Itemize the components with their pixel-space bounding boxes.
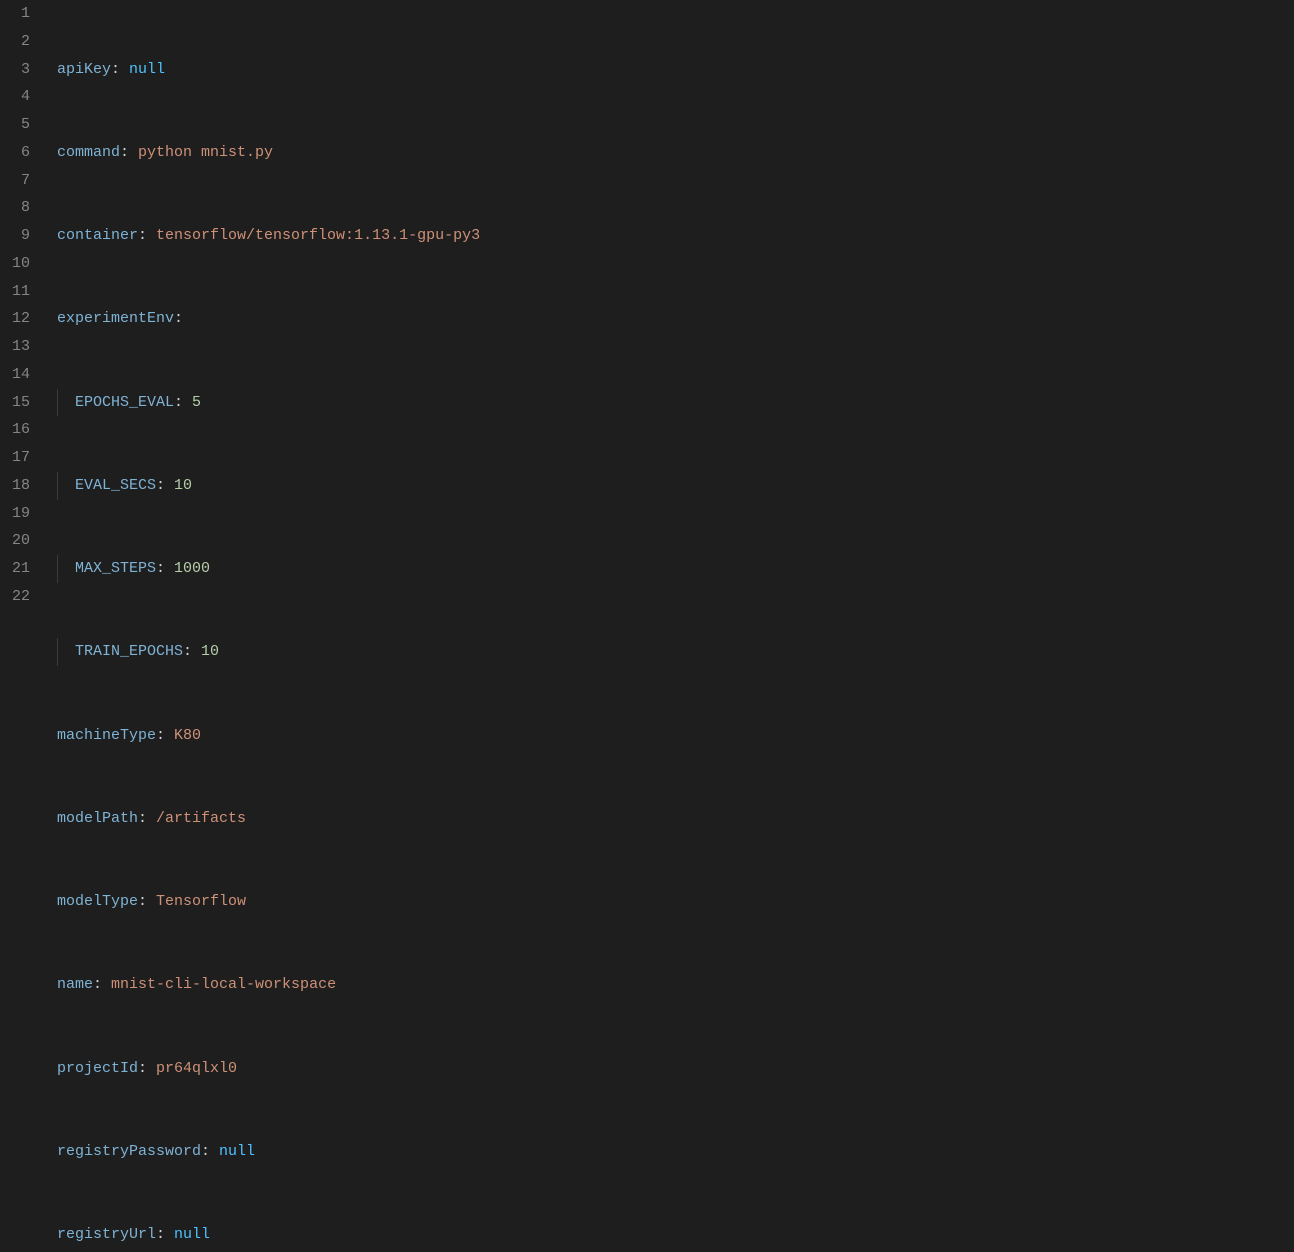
code-line[interactable]: container: tensorflow/tensorflow:1.13.1-… [48, 222, 1294, 250]
code-line[interactable]: apiKey: null [48, 56, 1294, 84]
line-number: 21 [0, 555, 30, 583]
line-number: 7 [0, 167, 30, 195]
yaml-key: MAX_STEPS [75, 560, 156, 577]
line-number: 22 [0, 583, 30, 611]
yaml-key: command [57, 144, 120, 161]
line-number: 19 [0, 500, 30, 528]
code-line[interactable]: registryUrl: null [48, 1221, 1294, 1249]
yaml-key: container [57, 227, 138, 244]
code-editor[interactable]: 1 2 3 4 5 6 7 8 9 10 11 12 13 14 15 16 1… [0, 0, 1294, 1252]
code-line[interactable]: machineType: K80 [48, 722, 1294, 750]
code-line[interactable]: EVAL_SECS: 10 [48, 472, 1294, 500]
yaml-value: pr64qlxl0 [156, 1060, 237, 1077]
yaml-value: null [219, 1143, 255, 1160]
yaml-value: tensorflow/tensorflow:1.13.1-gpu-py3 [156, 227, 480, 244]
line-number: 14 [0, 361, 30, 389]
code-line[interactable]: command: python mnist.py [48, 139, 1294, 167]
yaml-key: modelType [57, 893, 138, 910]
line-number: 3 [0, 56, 30, 84]
yaml-key: experimentEnv [57, 310, 174, 327]
line-number: 15 [0, 389, 30, 417]
line-number: 10 [0, 250, 30, 278]
yaml-key: apiKey [57, 61, 111, 78]
line-number: 8 [0, 194, 30, 222]
code-line[interactable]: modelPath: /artifacts [48, 805, 1294, 833]
code-line[interactable]: experimentEnv: [48, 305, 1294, 333]
yaml-value: 10 [174, 477, 192, 494]
code-line[interactable]: EPOCHS_EVAL: 5 [48, 389, 1294, 417]
yaml-key: TRAIN_EPOCHS [75, 643, 183, 660]
yaml-key: registryPassword [57, 1143, 201, 1160]
yaml-value: 5 [192, 394, 201, 411]
line-number: 5 [0, 111, 30, 139]
code-line[interactable]: TRAIN_EPOCHS: 10 [48, 638, 1294, 666]
yaml-value: /artifacts [156, 810, 246, 827]
yaml-value: python mnist.py [138, 144, 273, 161]
yaml-key: EPOCHS_EVAL [75, 394, 174, 411]
yaml-value: mnist-cli-local-workspace [111, 976, 336, 993]
yaml-value: null [174, 1226, 210, 1243]
code-line[interactable]: MAX_STEPS: 1000 [48, 555, 1294, 583]
yaml-value: 1000 [174, 560, 210, 577]
code-line[interactable]: modelType: Tensorflow [48, 888, 1294, 916]
yaml-key: registryUrl [57, 1226, 156, 1243]
code-line[interactable]: projectId: pr64qlxl0 [48, 1055, 1294, 1083]
line-number: 13 [0, 333, 30, 361]
code-content[interactable]: apiKey: null command: python mnist.py co… [48, 0, 1294, 1252]
yaml-key: name [57, 976, 93, 993]
line-number: 6 [0, 139, 30, 167]
yaml-value: 10 [201, 643, 219, 660]
line-number: 11 [0, 278, 30, 306]
yaml-key: modelPath [57, 810, 138, 827]
line-number-gutter: 1 2 3 4 5 6 7 8 9 10 11 12 13 14 15 16 1… [0, 0, 48, 1252]
line-number: 2 [0, 28, 30, 56]
code-line[interactable]: registryPassword: null [48, 1138, 1294, 1166]
line-number: 4 [0, 83, 30, 111]
line-number: 9 [0, 222, 30, 250]
yaml-value: K80 [174, 727, 201, 744]
yaml-key: EVAL_SECS [75, 477, 156, 494]
line-number: 18 [0, 472, 30, 500]
line-number: 20 [0, 527, 30, 555]
line-number: 12 [0, 305, 30, 333]
yaml-key: projectId [57, 1060, 138, 1077]
line-number: 16 [0, 416, 30, 444]
line-number: 1 [0, 0, 30, 28]
yaml-value: Tensorflow [156, 893, 246, 910]
line-number: 17 [0, 444, 30, 472]
code-line[interactable]: name: mnist-cli-local-workspace [48, 971, 1294, 999]
yaml-key: machineType [57, 727, 156, 744]
yaml-value: null [129, 61, 165, 78]
